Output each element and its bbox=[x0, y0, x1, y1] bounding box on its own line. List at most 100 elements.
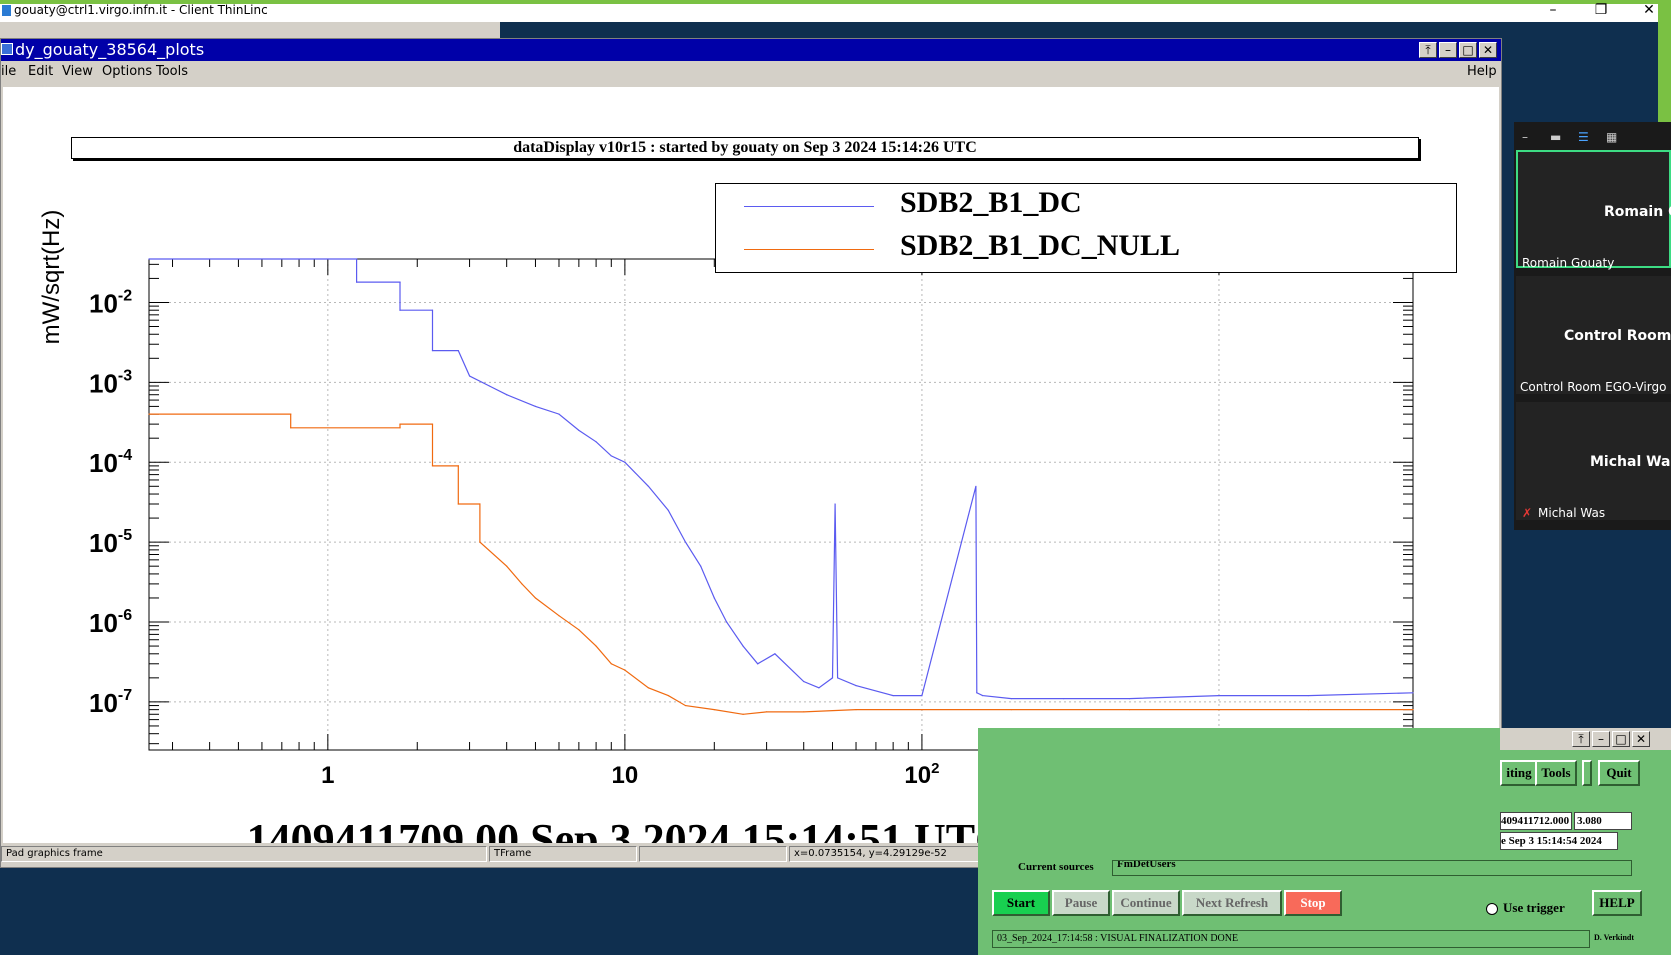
data-point bbox=[506, 394, 508, 396]
window-title: dy_gouaty_38564_plots bbox=[15, 40, 205, 59]
duration-field[interactable]: 3.080 bbox=[1574, 812, 1632, 830]
grid-view-icon[interactable]: ▦ bbox=[1606, 130, 1617, 144]
data-point bbox=[1128, 697, 1131, 700]
data-point bbox=[468, 375, 471, 377]
y-tick-exponent: -3 bbox=[118, 367, 132, 384]
data-point bbox=[713, 709, 715, 711]
data-point bbox=[431, 465, 434, 467]
status-frame: TFrame bbox=[489, 846, 637, 862]
minimize-icon[interactable]: – bbox=[1522, 130, 1528, 144]
data-point bbox=[558, 615, 560, 617]
data-point bbox=[578, 429, 580, 432]
legend-label-dc: SDB2_B1_DC bbox=[900, 186, 1082, 219]
legend-swatch-dc bbox=[744, 206, 874, 207]
participant-label: Michal Was bbox=[1538, 506, 1606, 520]
data-point bbox=[1128, 709, 1131, 711]
use-trigger-radio[interactable] bbox=[1486, 903, 1498, 915]
data-point bbox=[578, 629, 580, 631]
data-point bbox=[148, 413, 150, 415]
data-point bbox=[981, 694, 984, 697]
start-button[interactable]: Start bbox=[992, 890, 1050, 916]
maximize-icon[interactable]: □ bbox=[1612, 731, 1630, 747]
menu-help[interactable]: Help bbox=[1467, 64, 1497, 79]
participant-tile[interactable]: Control Room Control Room EGO-Virgo bbox=[1516, 276, 1671, 394]
data-point bbox=[855, 684, 857, 687]
data-point bbox=[479, 503, 481, 505]
close-icon[interactable]: ✕ bbox=[1632, 731, 1650, 747]
data-point bbox=[457, 349, 459, 352]
minimize-icon[interactable]: – bbox=[1439, 42, 1457, 58]
data-point bbox=[534, 405, 537, 408]
pin-icon[interactable]: ⤒ bbox=[1419, 42, 1437, 58]
minimize-icon[interactable]: – bbox=[1592, 731, 1610, 747]
pause-button[interactable]: Pause bbox=[1052, 890, 1110, 916]
participant-label: Romain Gouaty bbox=[1522, 256, 1615, 270]
speaker-view-icon[interactable]: ▬ bbox=[1550, 130, 1561, 144]
menu-options[interactable]: Options bbox=[102, 64, 152, 79]
data-point bbox=[1010, 709, 1012, 711]
sources-field[interactable]: FmDetUsers bbox=[1112, 860, 1632, 876]
menu-file[interactable]: ile bbox=[1, 64, 16, 79]
gps-time-field[interactable]: 409411712.000 bbox=[1500, 812, 1572, 830]
data-point bbox=[399, 427, 401, 429]
series-line-dc bbox=[149, 258, 1414, 700]
data-point bbox=[148, 258, 150, 260]
control-titlebar[interactable]: ⤒ – □ ✕ bbox=[1500, 728, 1671, 750]
quit-button[interactable]: Quit bbox=[1598, 760, 1640, 786]
data-point bbox=[290, 427, 292, 429]
restore-icon[interactable]: ❐ bbox=[1586, 0, 1616, 20]
menu-view[interactable]: View bbox=[62, 64, 93, 79]
data-point bbox=[647, 687, 650, 689]
maximize-icon[interactable]: □ bbox=[1459, 42, 1477, 58]
x-tick-label: 10 bbox=[612, 762, 639, 789]
data-point bbox=[667, 509, 669, 511]
data-point bbox=[725, 621, 728, 623]
data-point bbox=[1063, 697, 1065, 700]
data-point bbox=[399, 423, 401, 425]
thinlinc-title: gouaty@ctrl1.virgo.infn.it - Client Thin… bbox=[14, 3, 268, 17]
window-titlebar[interactable]: dy_gouaty_38564_plots ⤒ – □ ✕ bbox=[1, 39, 1501, 61]
status-message: 03_Sep_2024_17:14:58 : VISUAL FINALIZATI… bbox=[992, 930, 1590, 948]
close-icon[interactable]: ✕ bbox=[1479, 42, 1497, 58]
data-point bbox=[684, 541, 687, 543]
list-view-icon[interactable]: ☰ bbox=[1578, 130, 1589, 144]
participant-name: Control Room bbox=[1564, 328, 1671, 344]
minimize-icon[interactable]: – bbox=[1538, 0, 1568, 20]
use-trigger-label: Use trigger bbox=[1503, 900, 1565, 915]
help-button[interactable]: HELP bbox=[1592, 890, 1642, 916]
data-point bbox=[834, 503, 836, 505]
data-point bbox=[774, 653, 776, 655]
participant-tile[interactable]: Michal Was ✗ Michal Was bbox=[1516, 402, 1671, 520]
participant-name: Romain Gouat bbox=[1604, 204, 1671, 220]
data-point bbox=[667, 694, 669, 697]
editing-button[interactable]: iting bbox=[1500, 760, 1538, 786]
plot-legend: SDB2_B1_DC SDB2_B1_DC_NULL bbox=[715, 183, 1457, 273]
next-refresh-button[interactable]: Next Refresh bbox=[1182, 890, 1282, 916]
y-tick-exponent: -2 bbox=[118, 287, 132, 304]
data-point bbox=[803, 680, 805, 683]
separator-button[interactable] bbox=[1582, 760, 1592, 786]
participant-tile[interactable]: Romain Gouat Romain Gouaty bbox=[1516, 150, 1671, 270]
data-point bbox=[976, 692, 978, 694]
stop-button[interactable]: Stop bbox=[1284, 890, 1342, 916]
y-tick-label: 10-5 bbox=[89, 527, 132, 558]
data-point bbox=[595, 645, 597, 647]
menu-edit[interactable]: Edit bbox=[28, 64, 53, 79]
data-point bbox=[742, 713, 744, 715]
continue-button[interactable]: Continue bbox=[1112, 890, 1180, 916]
data-point bbox=[766, 711, 768, 713]
video-toolbar: – ▬ ☰ ▦ bbox=[1518, 130, 1668, 146]
data-point bbox=[975, 485, 977, 487]
menu-tools[interactable]: Tools bbox=[156, 64, 188, 79]
data-point bbox=[610, 663, 612, 665]
date-field[interactable]: e Sep 3 15:14:54 2024 bbox=[1500, 832, 1618, 850]
pin-icon[interactable]: ⤒ bbox=[1572, 731, 1590, 747]
data-point bbox=[1307, 709, 1309, 711]
tools-button[interactable]: Tools bbox=[1535, 760, 1577, 786]
y-tick-label: 10-7 bbox=[89, 687, 132, 718]
data-point bbox=[647, 485, 650, 487]
data-point bbox=[431, 309, 434, 311]
data-point bbox=[534, 597, 537, 599]
data-point bbox=[457, 465, 459, 467]
plot-grid bbox=[149, 259, 1413, 750]
